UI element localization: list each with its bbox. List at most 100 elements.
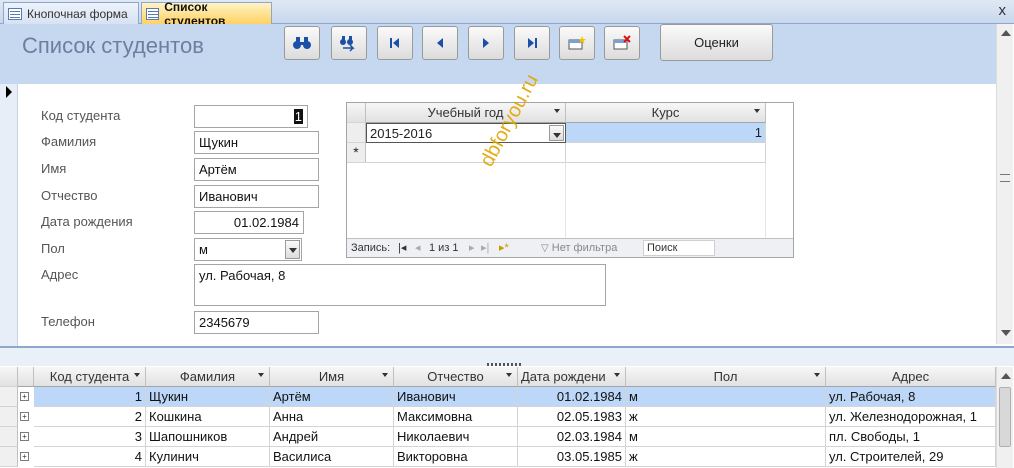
delete-record-button[interactable] xyxy=(604,26,640,60)
first-record-button[interactable] xyxy=(377,26,413,60)
table-cell[interactable]: 4 xyxy=(34,447,146,467)
prev-record-nav-icon[interactable]: ◂ xyxy=(415,241,421,254)
new-row-course-cell[interactable] xyxy=(566,143,766,163)
split-form-divider[interactable] xyxy=(0,346,1014,366)
row-selector[interactable] xyxy=(0,447,18,467)
table-cell[interactable]: 01.02.1984 xyxy=(518,387,626,407)
chevron-down-icon[interactable] xyxy=(285,240,300,259)
column-header-course[interactable]: Курс xyxy=(566,103,766,123)
year-combo[interactable]: 2015-2016 xyxy=(366,123,566,143)
close-icon[interactable]: x xyxy=(999,2,1007,19)
course-cell[interactable]: 1 xyxy=(566,123,766,143)
sort-icon[interactable] xyxy=(754,109,760,113)
row-selector[interactable] xyxy=(0,407,18,427)
table-cell[interactable]: 03.05.1985 xyxy=(518,447,626,467)
table-cell[interactable]: 3 xyxy=(34,427,146,447)
scroll-down-icon[interactable] xyxy=(1001,330,1011,336)
table-cell[interactable]: ул. Строителей, 29 xyxy=(826,447,996,467)
expand-icon[interactable]: + xyxy=(20,392,29,401)
scroll-up-icon[interactable] xyxy=(1001,373,1011,379)
splitter-grip-icon[interactable] xyxy=(487,363,523,366)
record-selector[interactable] xyxy=(0,84,18,346)
column-header-student-id[interactable]: Код студента xyxy=(34,367,146,387)
previous-record-button[interactable] xyxy=(422,26,458,60)
find-button[interactable] xyxy=(284,26,320,60)
new-record-button[interactable] xyxy=(559,26,595,60)
birth-date-field[interactable]: 01.02.1984 xyxy=(194,211,304,234)
table-cell[interactable]: м xyxy=(626,427,826,447)
next-record-nav-icon[interactable]: ▸ xyxy=(469,241,475,254)
new-row-asterisk-icon[interactable]: * xyxy=(347,143,366,163)
phone-field[interactable]: 2345679 xyxy=(194,311,319,334)
table-cell[interactable]: ж xyxy=(626,447,826,467)
table-cell[interactable]: ул. Рабочая, 8 xyxy=(826,387,996,407)
new-row-year-cell[interactable] xyxy=(366,143,566,163)
table-cell[interactable]: 2 xyxy=(34,407,146,427)
table-cell[interactable]: пл. Свободы, 1 xyxy=(826,427,996,447)
table-cell[interactable]: Шапошников xyxy=(146,427,270,447)
column-header-address[interactable]: Адрес xyxy=(826,367,996,387)
table-cell[interactable]: Максимовна xyxy=(394,407,518,427)
datasheet-scrollbar[interactable] xyxy=(996,367,1013,468)
sort-icon[interactable] xyxy=(506,373,512,377)
form-scrollbar[interactable] xyxy=(996,24,1013,344)
table-cell[interactable]: Анна xyxy=(270,407,394,427)
table-cell[interactable]: ж xyxy=(626,407,826,427)
table-cell[interactable]: Викторовна xyxy=(394,447,518,467)
column-header-patronymic[interactable]: Отчество xyxy=(394,367,518,387)
scroll-grip[interactable] xyxy=(1000,174,1010,182)
column-header-gender[interactable]: Пол xyxy=(626,367,826,387)
table-cell[interactable]: Артём xyxy=(270,387,394,407)
expand-icon[interactable]: + xyxy=(20,432,29,441)
row-selector[interactable] xyxy=(0,427,18,447)
chevron-down-icon[interactable] xyxy=(549,125,564,141)
table-cell[interactable]: Николаевич xyxy=(394,427,518,447)
table-cell[interactable]: Щукин xyxy=(146,387,270,407)
subform-row-selector[interactable] xyxy=(347,123,366,143)
expand-icon[interactable]: + xyxy=(20,412,29,421)
table-cell[interactable]: Кошкина xyxy=(146,407,270,427)
sort-icon[interactable] xyxy=(614,373,620,377)
expand-icon[interactable]: + xyxy=(20,452,29,461)
grades-button[interactable]: Оценки xyxy=(660,24,773,61)
table-cell[interactable]: 02.05.1983 xyxy=(518,407,626,427)
sort-icon[interactable] xyxy=(814,373,820,377)
address-field[interactable]: ул. Рабочая, 8 xyxy=(194,264,606,306)
table-cell[interactable]: м xyxy=(626,387,826,407)
last-record-nav-icon[interactable]: ▸| xyxy=(481,241,489,254)
table-cell[interactable]: 02.03.1984 xyxy=(518,427,626,447)
find-next-button[interactable] xyxy=(331,26,367,60)
record-position[interactable]: 1 из 1 xyxy=(429,242,459,254)
table-cell[interactable]: Иванович xyxy=(394,387,518,407)
last-name-field[interactable]: Щукин xyxy=(194,131,319,154)
next-record-button[interactable] xyxy=(468,26,504,60)
table-cell[interactable]: ул. Железнодорожная, 1 xyxy=(826,407,996,427)
tab-switchboard[interactable]: Кнопочная форма xyxy=(3,2,139,24)
gender-select[interactable]: м xyxy=(194,238,302,261)
student-id-field[interactable]: 1 xyxy=(194,105,308,128)
new-record-nav-icon[interactable]: ▸* xyxy=(499,241,509,254)
row-selector[interactable] xyxy=(0,387,18,407)
datasheet-select-all[interactable] xyxy=(0,367,18,387)
column-header-first-name[interactable]: Имя xyxy=(270,367,394,387)
subform-select-all[interactable] xyxy=(347,103,366,123)
first-name-field[interactable]: Артём xyxy=(194,158,319,181)
scroll-thumb[interactable] xyxy=(999,387,1011,447)
column-header-year[interactable]: Учебный год xyxy=(366,103,566,123)
tab-student-list[interactable]: Список студентов xyxy=(141,0,272,28)
table-cell[interactable]: Кулинич xyxy=(146,447,270,467)
sort-icon[interactable] xyxy=(258,373,264,377)
sort-icon[interactable] xyxy=(554,109,560,113)
column-header-last-name[interactable]: Фамилия xyxy=(146,367,270,387)
scroll-up-icon[interactable] xyxy=(1001,30,1011,36)
table-cell[interactable]: Андрей xyxy=(270,427,394,447)
first-record-nav-icon[interactable]: |◂ xyxy=(398,241,406,254)
last-record-button[interactable] xyxy=(514,26,550,60)
table-cell[interactable]: 1 xyxy=(34,387,146,407)
column-header-birth-date[interactable]: Дата рождени xyxy=(518,367,626,387)
table-cell[interactable]: Василиса xyxy=(270,447,394,467)
filter-status[interactable]: ▽ Нет фильтра xyxy=(541,242,617,254)
subform-search-input[interactable]: Поиск xyxy=(643,240,715,256)
patronymic-field[interactable]: Иванович xyxy=(194,185,319,208)
sort-icon[interactable] xyxy=(134,373,140,377)
